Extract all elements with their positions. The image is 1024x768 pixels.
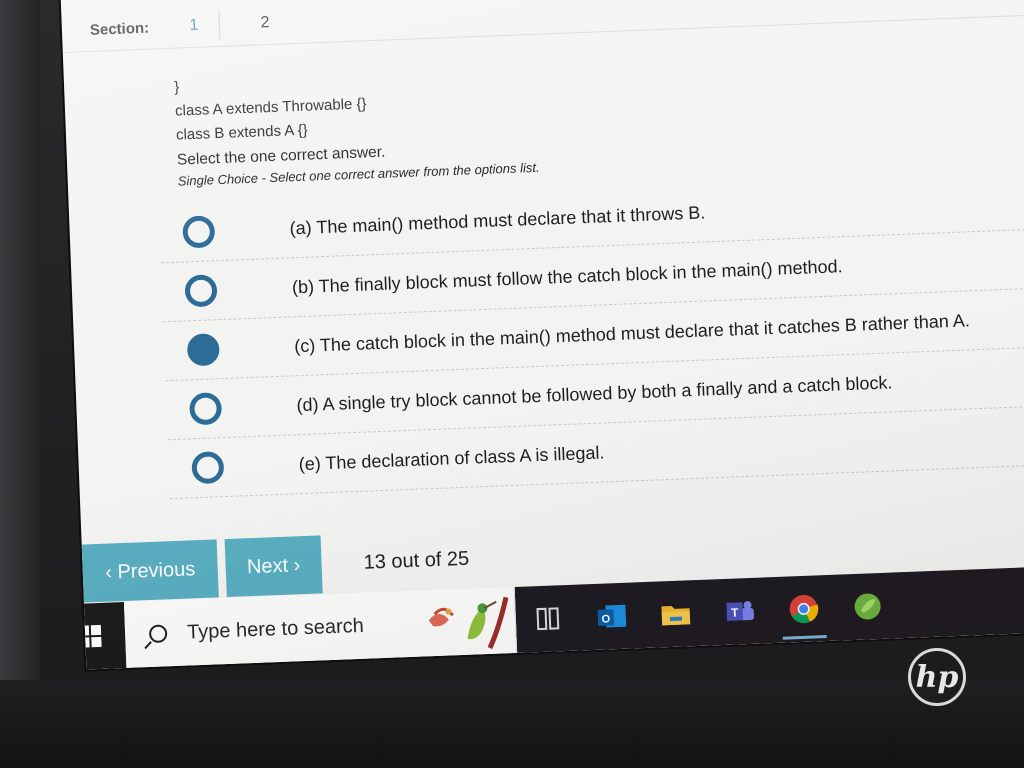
radio-button-d[interactable] [188,392,223,426]
section-tab-2[interactable]: 2 [250,14,281,33]
previous-button[interactable]: ‹ Previous [81,539,219,603]
question-prompt: Select the one correct answer. [176,143,386,169]
question-progress: 13 out of 25 [363,547,470,574]
bezel-left-edge [0,0,40,700]
laptop-screen: Section: 1 2 } class A extends Throwable … [60,0,1024,670]
teams-icon[interactable]: T [706,577,772,645]
answer-options-list: (a) The main() method must declare that … [158,170,1024,500]
next-button[interactable]: Next › [224,535,323,598]
task-view-icon[interactable] [515,585,581,653]
search-placeholder[interactable]: Type here to search [187,614,365,644]
section-tab-divider [218,9,221,40]
svg-text:T: T [731,605,740,619]
search-icon [148,624,168,644]
spring-tool-suite-icon[interactable] [834,572,900,640]
radio-button-e[interactable] [191,451,225,485]
chrome-icon[interactable] [770,575,836,643]
answer-option-text[interactable]: (e) The declaration of class A is illega… [298,442,604,475]
radio-button-a[interactable] [182,215,216,249]
svg-text:O: O [601,613,610,625]
radio-button-c-selected[interactable] [186,333,220,367]
section-label: Section: [89,19,150,39]
answer-option-text[interactable]: (d) A single try block cannot be followe… [296,372,893,416]
bezel-bottom-edge [0,680,1024,768]
answer-option-text[interactable]: (a) The main() method must declare that … [289,202,705,239]
file-explorer-icon[interactable] [643,580,709,648]
section-bar: Section: 1 2 [61,0,1024,53]
outlook-icon[interactable]: O [579,582,645,650]
answer-option-text[interactable]: (c) The catch block in the main() method… [294,310,970,357]
search-highlight-bird-icon [428,596,509,650]
section-tab-1[interactable]: 1 [179,16,210,35]
radio-button-b[interactable] [184,274,218,308]
hp-logo: hp [908,648,966,706]
question-code: } class A extends Throwable {} class B ext… [174,68,368,147]
answer-option-text[interactable]: (b) The finally block must follow the ca… [292,256,843,298]
